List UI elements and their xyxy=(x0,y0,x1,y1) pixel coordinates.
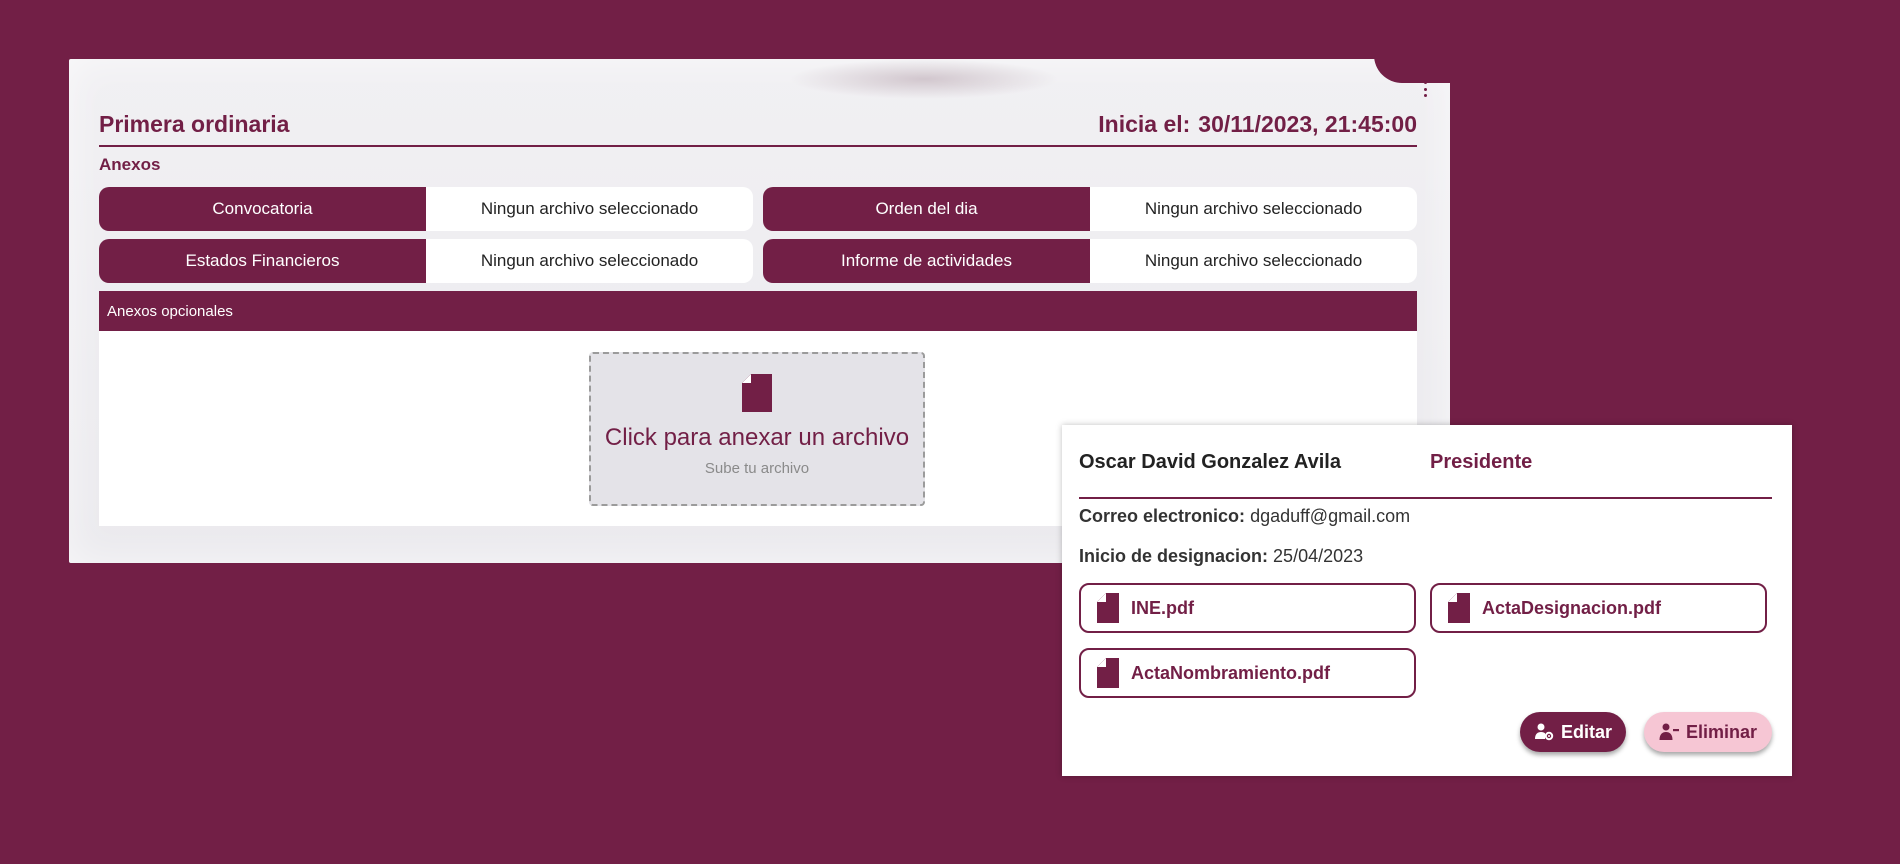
user-gear-icon xyxy=(1534,723,1554,741)
user-minus-icon xyxy=(1659,723,1679,740)
document-ine[interactable]: INE.pdf xyxy=(1079,583,1416,633)
drag-handle xyxy=(789,59,1059,99)
convocatoria-file-status: Ningun archivo seleccionado xyxy=(480,199,699,218)
email-label: Correo electronico: xyxy=(1079,506,1246,526)
dropzone-title: Click para anexar un archivo xyxy=(604,424,910,451)
designation-line: Inicio de designacion: 25/04/2023 xyxy=(1079,546,1363,567)
person-role: Presidente xyxy=(1430,451,1533,473)
file-dropzone[interactable]: Click para anexar un archivo Sube tu arc… xyxy=(589,352,925,506)
document-name: ActaDesignacion.pdf xyxy=(1482,597,1662,618)
email-line: Correo electronico: dgaduff@gmail.com xyxy=(1079,506,1410,527)
estados-financieros-upload-button[interactable]: Estados Financieros xyxy=(99,239,426,283)
estados-financieros-file-status: Ningun archivo seleccionado xyxy=(480,251,699,270)
document-acta-designacion[interactable]: ActaDesignacion.pdf xyxy=(1430,583,1767,633)
edit-button[interactable]: Editar xyxy=(1520,712,1626,752)
orden-del-dia-file-status: Ningun archivo seleccionado xyxy=(1144,199,1363,218)
annex-row-estados-financieros: Estados Financieros Ningun archivo selec… xyxy=(99,239,753,283)
person-header: Oscar David Gonzalez Avila Presidente xyxy=(1079,443,1772,499)
orden-del-dia-upload-button[interactable]: Orden del dia xyxy=(763,187,1090,231)
document-icon xyxy=(742,374,772,412)
annex-row-convocatoria: Convocatoria Ningun archivo seleccionado xyxy=(99,187,753,231)
designation-value: 25/04/2023 xyxy=(1273,546,1364,566)
dropzone-subtitle: Sube tu archivo xyxy=(704,460,810,477)
session-start-label: Inicia el: xyxy=(1098,110,1191,137)
session-title: Primera ordinaria xyxy=(99,110,290,137)
person-card: Oscar David Gonzalez Avila Presidente Co… xyxy=(1062,425,1792,776)
annex-row-orden-del-dia: Orden del dia Ningun archivo seleccionad… xyxy=(763,187,1417,231)
email-value: dgaduff@gmail.com xyxy=(1250,506,1411,526)
edit-label: Editar xyxy=(1560,721,1612,742)
document-icon xyxy=(1448,593,1470,623)
informe-de-actividades-file-status: Ningun archivo seleccionado xyxy=(1144,251,1363,270)
document-icon xyxy=(1097,658,1119,688)
designation-label: Inicio de designacion: xyxy=(1079,546,1269,566)
document-name: ActaNombramiento.pdf xyxy=(1131,662,1331,683)
delete-label: Eliminar xyxy=(1685,721,1758,742)
annexes-label: Anexos xyxy=(99,155,161,174)
optional-annexes-header: Anexos opcionales xyxy=(99,291,1417,331)
corner-tab xyxy=(1374,51,1450,83)
convocatoria-upload-button[interactable]: Convocatoria xyxy=(99,187,426,231)
person-name: Oscar David Gonzalez Avila xyxy=(1079,451,1341,473)
document-name: INE.pdf xyxy=(1131,597,1194,618)
document-acta-nombramiento[interactable]: ActaNombramiento.pdf xyxy=(1079,648,1416,698)
annex-row-informe-de-actividades: Informe de actividades Ningun archivo se… xyxy=(763,239,1417,283)
session-start: Inicia el: 30/11/2023, 21:45:00 xyxy=(1098,111,1417,138)
document-icon xyxy=(1097,593,1119,623)
session-start-value: 30/11/2023, 21:45:00 xyxy=(1198,110,1417,137)
informe-de-actividades-upload-button[interactable]: Informe de actividades xyxy=(763,239,1090,283)
kebab-menu-icon[interactable] xyxy=(1424,81,1428,97)
delete-button[interactable]: Eliminar xyxy=(1644,712,1772,752)
session-header: Primera ordinaria Inicia el: 30/11/2023, … xyxy=(99,103,1417,147)
